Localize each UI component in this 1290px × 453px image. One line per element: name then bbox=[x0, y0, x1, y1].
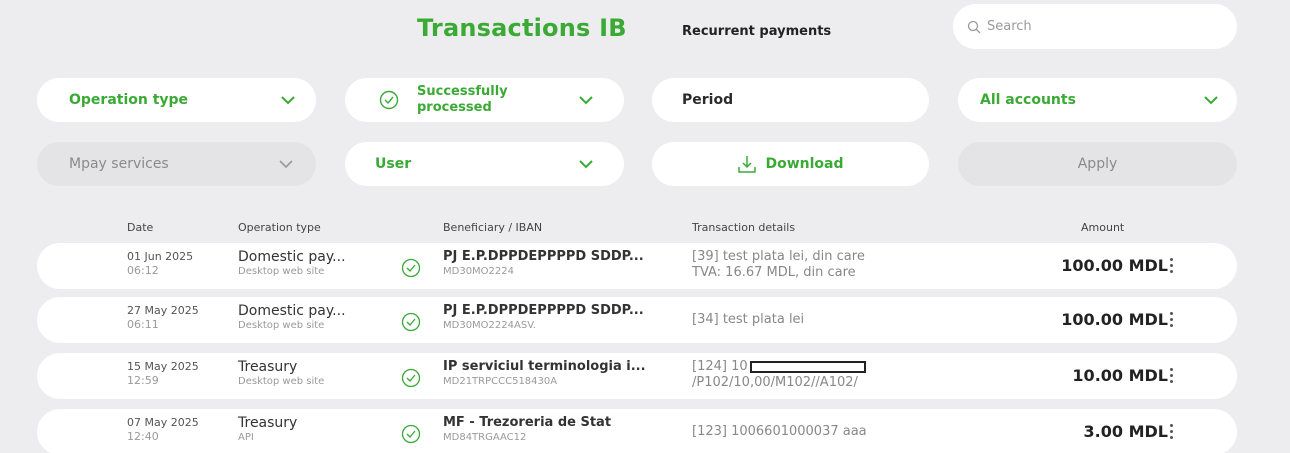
row-operation-type: Domestic pay... bbox=[238, 249, 346, 265]
row-beneficiary: IP serviciul terminologia i... MD21TRPCCC… bbox=[443, 359, 646, 389]
chevron-down-icon bbox=[579, 96, 593, 105]
period-label: Period bbox=[682, 92, 734, 108]
row-iban: MD84TRGAAC12 bbox=[443, 432, 527, 443]
table-row[interactable]: 15 May 2025 12:59 Treasury Desktop web sit… bbox=[37, 353, 1237, 399]
row-amount: 10.00 MDL bbox=[1072, 366, 1168, 385]
user-dropdown[interactable]: User bbox=[345, 142, 624, 186]
accounts-label: All accounts bbox=[980, 92, 1076, 108]
row-date: 01 Jun 2025 06:12 bbox=[127, 250, 193, 278]
row-date-day: 01 Jun 2025 bbox=[127, 250, 194, 263]
check-circle-icon bbox=[401, 424, 421, 444]
row-amount: 100.00 MDL bbox=[1061, 256, 1168, 275]
check-circle-icon bbox=[379, 90, 399, 110]
row-channel: API bbox=[238, 432, 254, 443]
row-details-line2: /P102/10,00/M102//A102/ bbox=[692, 375, 858, 390]
row-beneficiary-name: IP serviciul terminologia i... bbox=[443, 359, 646, 374]
column-header-amount: Amount bbox=[1081, 221, 1125, 234]
row-amount: 100.00 MDL bbox=[1061, 310, 1168, 329]
kebab-menu-icon[interactable] bbox=[1170, 258, 1174, 274]
search-input[interactable] bbox=[987, 19, 1187, 34]
column-header-details: Transaction details bbox=[692, 221, 796, 234]
row-time: 12:59 bbox=[127, 374, 159, 387]
mpay-services-label: Mpay services bbox=[69, 156, 169, 172]
row-details-line1: [124] 10 bbox=[692, 359, 748, 374]
row-time: 06:12 bbox=[127, 264, 159, 277]
apply-button[interactable]: Apply bbox=[958, 142, 1237, 186]
row-details: [123] 1006601000037 aaa bbox=[692, 424, 867, 439]
row-iban: MD30MO2224 bbox=[443, 266, 515, 277]
row-operation: Domestic pay... Desktop web site bbox=[238, 303, 346, 333]
row-operation: Treasury API bbox=[238, 415, 297, 445]
row-date: 27 May 2025 06:11 bbox=[127, 304, 199, 332]
row-channel: Desktop web site bbox=[238, 376, 325, 387]
row-time: 06:11 bbox=[127, 318, 159, 331]
row-beneficiary-name: PJ E.P.DPPDEPPPPD SDDP... bbox=[443, 249, 644, 264]
row-operation-type: Domestic pay... bbox=[238, 303, 346, 319]
check-circle-icon bbox=[401, 312, 421, 332]
accounts-dropdown[interactable]: All accounts bbox=[958, 78, 1237, 122]
row-operation: Treasury Desktop web site bbox=[238, 359, 324, 389]
row-beneficiary-name: MF - Trezoreria de Stat bbox=[443, 415, 612, 430]
tab-recurrent-payments[interactable]: Recurrent payments bbox=[682, 24, 831, 39]
row-beneficiary: PJ E.P.DPPDEPPPPD SDDP... MD30MO2224 bbox=[443, 249, 644, 279]
row-details: [124] 10/P102/10,00/M102//A102/ bbox=[692, 359, 866, 391]
row-details-line1: [39] test plata lei, din care bbox=[692, 249, 865, 264]
operation-type-label: Operation type bbox=[69, 92, 189, 108]
row-time: 12:40 bbox=[127, 430, 159, 443]
row-date-day: 27 May 2025 bbox=[127, 304, 199, 317]
kebab-menu-icon[interactable] bbox=[1170, 424, 1174, 440]
status-label: Successfully processed bbox=[417, 84, 578, 116]
chevron-down-icon bbox=[281, 96, 295, 105]
chevron-down-icon bbox=[279, 160, 293, 169]
row-iban: MD21TRPCCC518430A bbox=[443, 376, 558, 387]
row-date-day: 07 May 2025 bbox=[127, 416, 199, 429]
row-details-line2: TVA: 16.67 MDL, din care bbox=[692, 265, 856, 280]
kebab-menu-icon[interactable] bbox=[1170, 368, 1174, 384]
column-header-date: Date bbox=[127, 221, 154, 234]
mpay-services-dropdown[interactable]: Mpay services bbox=[37, 142, 316, 186]
column-header-operation-type: Operation type bbox=[238, 221, 321, 234]
row-beneficiary-name: PJ E.P.DPPDEPPPPD SDDP... bbox=[443, 303, 644, 318]
chevron-down-icon bbox=[1204, 96, 1218, 105]
row-beneficiary: PJ E.P.DPPDEPPPPD SDDP... MD30MO2224ASV. bbox=[443, 303, 644, 333]
apply-label: Apply bbox=[1077, 156, 1118, 172]
row-operation-type: Treasury bbox=[238, 415, 298, 431]
page-title: Transactions IB bbox=[417, 14, 627, 42]
table-row[interactable]: 27 May 2025 06:11 Domestic pay... Desktop … bbox=[37, 297, 1237, 343]
search-icon bbox=[967, 20, 981, 33]
column-header-beneficiary: Beneficiary / IBAN bbox=[443, 221, 543, 234]
status-label-line1: Successfully bbox=[417, 84, 508, 99]
row-details: [34] test plata lei bbox=[692, 312, 805, 327]
row-operation: Domestic pay... Desktop web site bbox=[238, 249, 346, 279]
row-iban: MD30MO2224ASV. bbox=[443, 320, 536, 331]
period-selector[interactable]: Period bbox=[652, 78, 929, 122]
redaction-box bbox=[749, 360, 866, 373]
table-row[interactable]: 01 Jun 2025 06:12 Domestic pay... Desktop … bbox=[37, 243, 1237, 289]
row-date-day: 15 May 2025 bbox=[127, 360, 199, 373]
chevron-down-icon bbox=[579, 160, 593, 169]
row-channel: Desktop web site bbox=[238, 266, 325, 277]
row-date: 15 May 2025 12:59 bbox=[127, 360, 199, 388]
row-channel: Desktop web site bbox=[238, 320, 325, 331]
row-amount: 3.00 MDL bbox=[1083, 422, 1168, 441]
user-label: User bbox=[375, 156, 412, 172]
row-date: 07 May 2025 12:40 bbox=[127, 416, 199, 444]
table-row[interactable]: 07 May 2025 12:40 Treasury API MF - Trezor… bbox=[37, 409, 1237, 453]
row-details: [39] test plata lei, din care TVA: 16.67 … bbox=[692, 249, 865, 281]
search-box[interactable] bbox=[953, 4, 1237, 49]
check-circle-icon bbox=[401, 258, 421, 278]
operation-type-dropdown[interactable]: Operation type bbox=[37, 78, 316, 122]
check-circle-icon bbox=[401, 368, 421, 388]
row-operation-type: Treasury bbox=[238, 359, 298, 375]
download-button[interactable]: Download bbox=[652, 142, 929, 186]
row-beneficiary: MF - Trezoreria de Stat MD84TRGAAC12 bbox=[443, 415, 611, 445]
download-label: Download bbox=[765, 156, 844, 172]
download-icon bbox=[738, 156, 757, 173]
status-dropdown[interactable]: Successfully processed bbox=[345, 78, 624, 122]
kebab-menu-icon[interactable] bbox=[1170, 312, 1174, 328]
status-label-line2: processed bbox=[417, 100, 492, 115]
